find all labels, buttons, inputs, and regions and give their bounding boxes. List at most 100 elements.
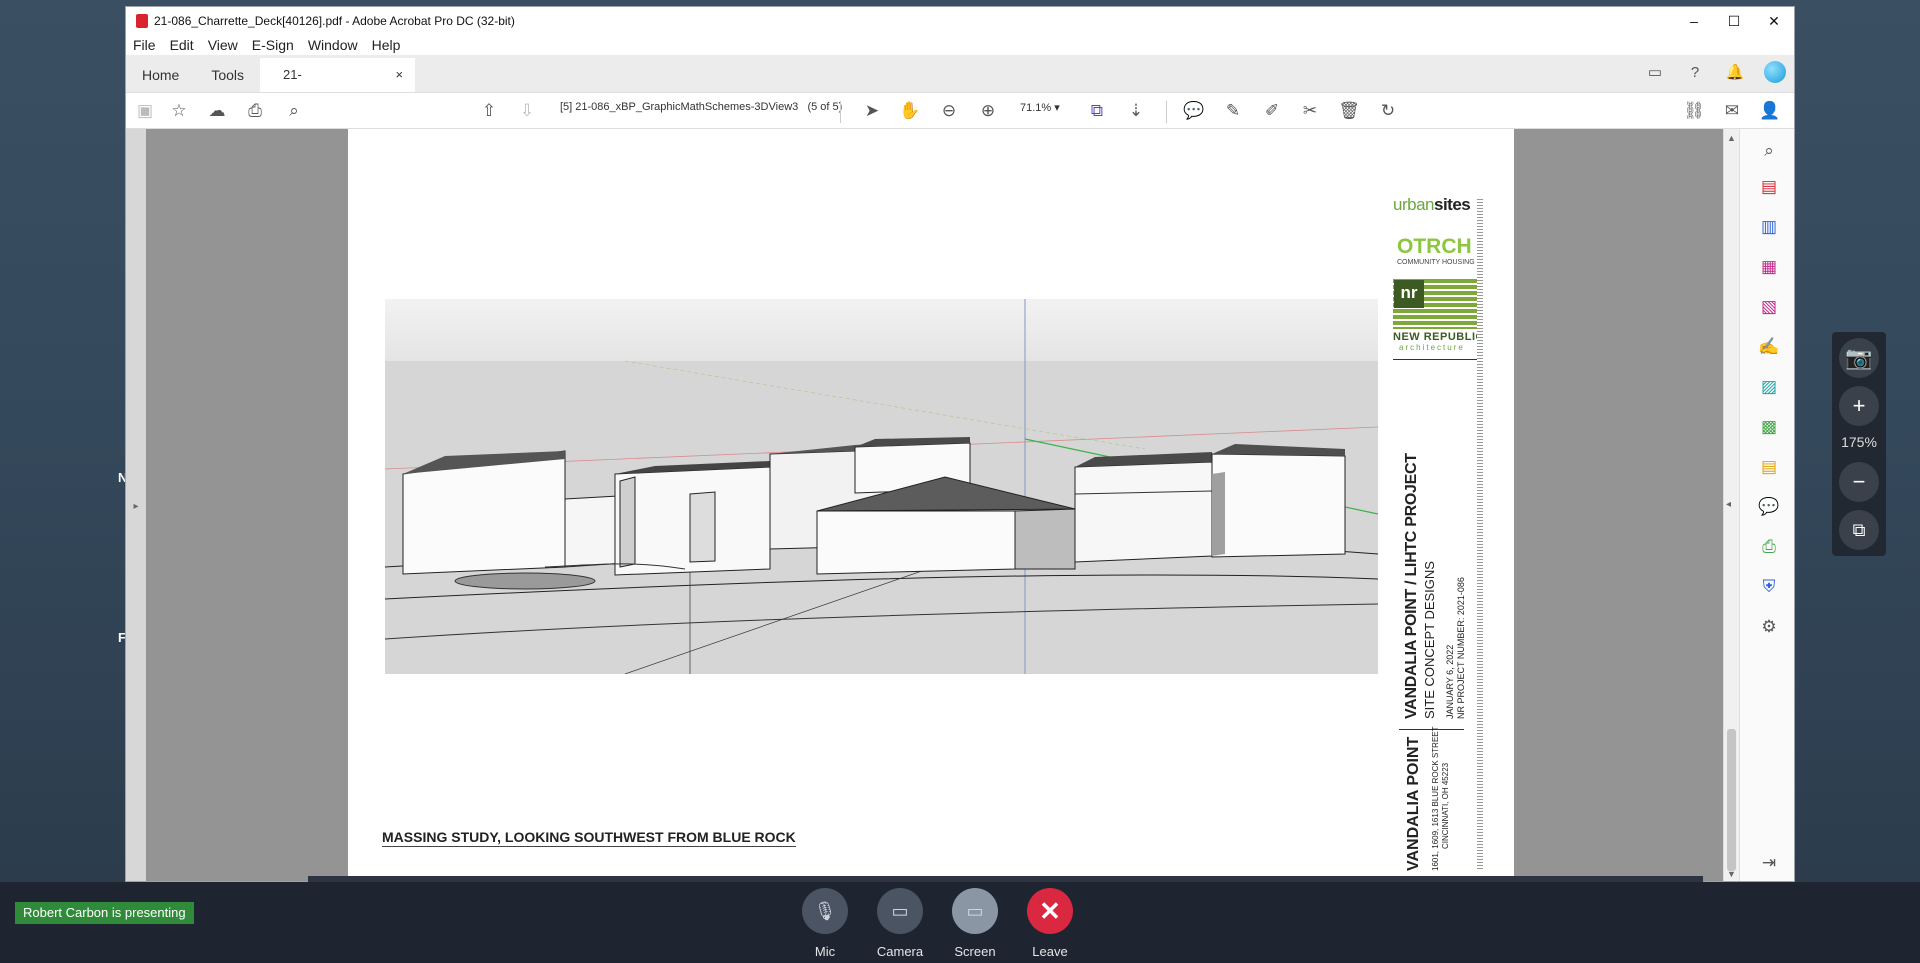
edit-link-icon[interactable]: ⛓ (1681, 99, 1707, 123)
project-subtitle: SITE CONCEPT DESIGNS (1422, 561, 1437, 719)
delete-icon[interactable]: 🗑 (1336, 99, 1362, 123)
combine-files-icon[interactable]: ▥ (1757, 215, 1781, 239)
tab-document-label: 21-086_Charrette_... (283, 67, 384, 116)
toolbar: ▣ ☆ ☁ ⎙ ⌕ ⇧ ⇩ [5] 21-086_xBP_GraphicMath… (126, 93, 1794, 129)
close-button[interactable]: ✕ (1754, 7, 1794, 35)
stamp-icon[interactable]: ✂ (1297, 99, 1323, 123)
otrch-logo: OTRCH (1397, 235, 1472, 258)
page-indicator[interactable]: [5] 21-086_xBP_GraphicMathSchemes-3DView… (560, 101, 842, 113)
rotate-icon[interactable]: ↻ (1375, 99, 1401, 123)
print-production-icon[interactable]: ⎙ (1757, 535, 1781, 559)
page-count: (5 of 5) (807, 101, 843, 113)
notification-bell-icon[interactable]: 🔔 (1724, 61, 1746, 83)
pdf-page: MASSING STUDY, LOOKING SOUTHWEST FROM BL… (348, 129, 1514, 881)
pop-out-icon[interactable]: ⧉ (1839, 510, 1879, 550)
project-date: JANUARY 6, 2022 (1445, 644, 1455, 719)
scan-ocr-icon[interactable]: ▤ (1757, 455, 1781, 479)
print-icon[interactable]: ⎙ (242, 99, 268, 123)
toolbar-divider (1166, 101, 1167, 123)
presenting-badge: Robert Carbon is presenting (15, 902, 194, 924)
scroll-up-icon[interactable]: ▲ (1727, 133, 1736, 143)
tab-tools[interactable]: Tools (195, 58, 260, 92)
camera-snapshot-icon[interactable]: 📷 (1839, 338, 1879, 378)
draw-icon[interactable]: ✐ (1259, 99, 1285, 123)
scrollbar-thumb[interactable] (1727, 729, 1736, 871)
site-address-line2: CINCINNATI, OH 45223 (1441, 762, 1450, 849)
comment-tool-icon[interactable]: 💬 (1757, 495, 1781, 519)
bookmark-star-icon[interactable]: ☆ (166, 99, 192, 123)
zoom-level-value: 71.1% (1020, 102, 1052, 114)
create-pdf-icon[interactable]: ▤ (1757, 175, 1781, 199)
send-for-signature-icon[interactable]: ▨ (1757, 375, 1781, 399)
title-block-divider (1393, 359, 1479, 360)
mail-icon[interactable]: ✉ (1719, 99, 1745, 123)
avatar[interactable] (1764, 61, 1786, 83)
organize-pages-icon[interactable]: ▦ (1757, 255, 1781, 279)
navigation-pane-toggle[interactable]: ▸ (126, 129, 146, 881)
screen-control[interactable]: ▭ Screen (945, 888, 1005, 959)
site-address-line1: 1601, 1609, 1613 BLUE ROCK STREET (1431, 726, 1440, 871)
zoom-out-icon[interactable]: ⊖ (936, 99, 962, 123)
fill-sign-icon[interactable]: ✍ (1757, 335, 1781, 359)
otrch-logo-subtitle: COMMUNITY HOUSING (1397, 259, 1475, 266)
fit-page-icon[interactable]: ⧉ (1084, 99, 1110, 123)
nr-logo-name: NEW REPUBLIC (1393, 331, 1484, 343)
tab-document[interactable]: 21-086_Charrette_... × (260, 58, 416, 116)
zoom-out-button[interactable]: − (1839, 462, 1879, 502)
screenshare-zoom-panel: 📷 + 175% − ⧉ (1832, 332, 1886, 556)
page-down-icon[interactable]: ⇩ (514, 99, 540, 123)
cloud-upload-icon[interactable]: ☁ (204, 99, 230, 123)
camera-off-icon[interactable]: ▭ (877, 888, 923, 934)
help-icon[interactable]: ? (1684, 61, 1706, 83)
screen-share-icon[interactable]: ▭ (952, 888, 998, 934)
mic-control[interactable]: 🎙 Mic (795, 888, 855, 959)
menu-edit[interactable]: Edit (163, 35, 201, 55)
title-bar: 21-086_Charrette_Deck[40126].pdf - Adobe… (126, 7, 1794, 35)
maximize-button[interactable]: ☐ (1714, 7, 1754, 35)
massing-model-image (385, 299, 1378, 674)
leave-control[interactable]: ✕ Leave (1020, 888, 1080, 959)
menu-esign[interactable]: E-Sign (245, 35, 301, 55)
document-viewport[interactable]: ▸ MASSING STUDY, LOOKING SOUTHWEST FROM … (126, 129, 1723, 881)
collapse-pane-icon[interactable]: ◂ (1726, 499, 1731, 510)
menu-window[interactable]: Window (301, 35, 365, 55)
zoom-search-icon[interactable]: ⌕ (1757, 139, 1781, 163)
logo-urban-text: urban (1393, 195, 1434, 214)
tab-home[interactable]: Home (126, 58, 195, 92)
leave-x-icon[interactable]: ✕ (1027, 888, 1073, 934)
share-screen-icon[interactable]: ▭ (1644, 61, 1666, 83)
window-title: 21-086_Charrette_Deck[40126].pdf - Adobe… (154, 14, 515, 28)
export-pdf-icon[interactable]: ▩ (1757, 415, 1781, 439)
zoom-in-button[interactable]: + (1839, 386, 1879, 426)
protect-shield-icon[interactable]: ⛨ (1757, 575, 1781, 599)
scroll-down-icon[interactable]: ▼ (1727, 869, 1736, 879)
tab-close-icon[interactable]: × (395, 58, 403, 92)
search-icon[interactable]: ⌕ (281, 99, 307, 123)
comment-icon[interactable]: 💬 (1181, 99, 1207, 123)
zoom-in-icon[interactable]: ⊕ (975, 99, 1001, 123)
add-user-icon[interactable]: 👤 (1757, 99, 1783, 123)
page-up-icon[interactable]: ⇧ (476, 99, 502, 123)
camera-label: Camera (876, 944, 924, 959)
menu-help[interactable]: Help (365, 35, 408, 55)
more-tools-icon[interactable]: ⚙ (1757, 615, 1781, 639)
logo-sites-text: sites (1433, 195, 1471, 214)
pane-collapse-icon[interactable]: ⇥ (1757, 851, 1781, 875)
zoom-level-dropdown[interactable]: 71.1% ▾ (1020, 101, 1082, 114)
title-block: urbansites OTRCH COMMUNITY HOUSING nr NE… (1393, 159, 1511, 879)
scroll-mode-icon[interactable]: ⇣ (1123, 99, 1149, 123)
mic-label: Mic (814, 944, 836, 959)
highlight-pen-icon[interactable]: ✎ (1220, 99, 1246, 123)
select-cursor-icon[interactable]: ➤ (859, 99, 885, 123)
camera-control[interactable]: ▭ Camera (870, 888, 930, 959)
mic-off-icon[interactable]: 🎙 (802, 888, 848, 934)
page-label: [5] 21-086_xBP_GraphicMathSchemes-3DView… (560, 101, 799, 113)
menu-view[interactable]: View (201, 35, 245, 55)
fine-print-disclaimer (1477, 199, 1483, 869)
save-icon[interactable]: ▣ (132, 99, 158, 123)
menu-file[interactable]: File (126, 35, 163, 55)
hand-tool-icon[interactable]: ✋ (897, 99, 923, 123)
edit-pdf-icon[interactable]: ▧ (1757, 295, 1781, 319)
page-caption: MASSING STUDY, LOOKING SOUTHWEST FROM BL… (382, 829, 796, 847)
minimize-button[interactable]: – (1674, 7, 1714, 35)
